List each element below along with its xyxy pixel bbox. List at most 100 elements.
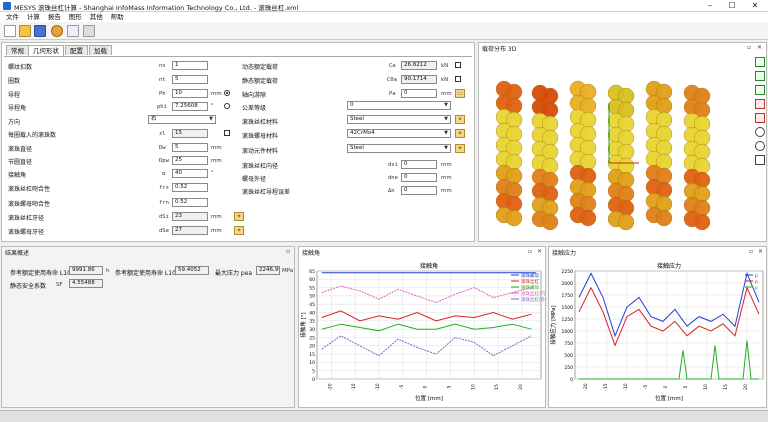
pitch-diameter-unit: mm	[211, 158, 222, 164]
menu-file[interactable]: 文件	[6, 12, 19, 22]
screw-conformity-field[interactable]: 0.52	[172, 183, 208, 192]
view-iso-icon[interactable]	[755, 99, 765, 109]
menu-report[interactable]: 报告	[48, 12, 61, 22]
x-axis-label: 位置 [mm]	[655, 394, 683, 402]
screw-material-edit-button[interactable]: ✦	[455, 115, 465, 124]
tab-configuration[interactable]: 配置	[65, 45, 88, 55]
contact-angle-chart[interactable]: 接触角05101520253035404550556065-20 -15 -10 -5…	[299, 257, 545, 407]
maximize-icon[interactable]: ☐	[722, 0, 742, 12]
float-icon[interactable]: ▫	[286, 248, 290, 255]
x-tick-label: 0	[423, 385, 429, 388]
tab-load[interactable]: 加载	[89, 45, 112, 55]
direction-select[interactable]: 右 ▼	[148, 115, 216, 124]
y-tick-label: 1750	[562, 293, 574, 299]
lead-angle-field[interactable]: 7.25608	[172, 102, 208, 111]
thread-count-field[interactable]: 1	[172, 61, 208, 70]
screw-root-field[interactable]: 23	[172, 212, 208, 221]
nut-root-calc-button[interactable]: ✦	[234, 226, 244, 235]
close-icon[interactable]: ✕	[757, 44, 762, 51]
turns-field[interactable]: 5	[172, 75, 208, 84]
contact-angle-unit: °	[211, 170, 214, 176]
screw-root-calc-button[interactable]: ✦	[234, 212, 244, 221]
x-tick-label: -15	[351, 383, 357, 390]
rotate-icon[interactable]	[755, 113, 765, 123]
settings-icon[interactable]	[51, 25, 63, 37]
app-icon	[3, 2, 11, 10]
print-icon[interactable]	[83, 25, 95, 37]
dynamic-load-field[interactable]: 26.8212	[401, 61, 437, 70]
nut-material-select[interactable]: 42CrMo4 ▼	[347, 129, 451, 138]
nut-conformity-field[interactable]: 0.52	[172, 198, 208, 207]
lead-label: 导程	[8, 92, 21, 99]
zoom-in-icon[interactable]	[755, 127, 765, 137]
new-file-icon[interactable]	[4, 25, 16, 37]
life-rev-field[interactable]: 59.4052	[175, 266, 209, 275]
x-tick-label: 20	[518, 384, 524, 390]
dynamic-load-checkbox[interactable]	[455, 62, 461, 68]
menu-help[interactable]: 帮助	[111, 12, 124, 22]
static-load-checkbox[interactable]	[455, 76, 461, 82]
report-icon[interactable]	[67, 25, 79, 37]
nut-material-edit-button[interactable]: ✦	[455, 129, 465, 138]
y-tick-label: 500	[564, 353, 573, 359]
contact-stress-chart[interactable]: 接触应力 0 250 500 750 1000 1250 1500 1750 2000 2250 -2…	[549, 257, 766, 407]
results-summary-panel: 结果概述 ▫ 参考额定使用寿命 L10 9991.86 h 参考额定使用寿命 L…	[1, 246, 295, 408]
life-rev-label: 参考额定使用寿命 L10	[115, 270, 176, 277]
tab-geometry[interactable]: 几何形状	[28, 45, 64, 56]
lead-angle-label: 导程角	[8, 105, 27, 112]
results-title: 结果概述	[5, 250, 30, 257]
screw-material-select[interactable]: Steel ▼	[347, 115, 451, 124]
y-tick-label: 250	[564, 365, 573, 371]
ball-diameter-field[interactable]: 5	[172, 143, 208, 152]
pitch-diameter-field[interactable]: 25	[172, 156, 208, 165]
open-folder-icon[interactable]	[19, 25, 31, 37]
nut-outer-diameter-label: 螺母外径	[242, 176, 267, 183]
fit-view-icon[interactable]	[755, 155, 765, 165]
axial-clearance-calc-button[interactable]: ▭	[455, 89, 465, 98]
y-tick-label: 5	[312, 368, 315, 374]
float-icon[interactable]: ▫	[747, 44, 751, 51]
balls-per-turn-checkbox[interactable]	[224, 130, 230, 136]
axial-clearance-unit: mm	[441, 91, 452, 97]
axial-clearance-field[interactable]: 0	[401, 89, 437, 98]
element-material-select[interactable]: Steel ▼	[347, 144, 451, 153]
menu-calculate[interactable]: 计算	[27, 12, 40, 22]
minimize-icon[interactable]: –	[700, 0, 720, 12]
x-tick-label: -5	[399, 385, 405, 390]
menu-graphics[interactable]: 图形	[69, 12, 82, 22]
view-side-icon[interactable]	[755, 85, 765, 95]
lead-field[interactable]: 10	[172, 89, 208, 98]
zoom-out-icon[interactable]	[755, 141, 765, 151]
float-icon[interactable]: ▫	[528, 248, 532, 255]
life-hours-field[interactable]: 9991.86	[69, 266, 103, 275]
float-icon[interactable]: ▫	[749, 248, 753, 255]
lead-angle-radio[interactable]	[224, 103, 230, 109]
lead-error-field[interactable]: 0	[401, 186, 437, 195]
nut-outer-diameter-field[interactable]: 0	[401, 173, 437, 182]
static-load-unit: kN	[441, 77, 449, 83]
lead-radio[interactable]	[224, 90, 230, 96]
tolerance-class-select[interactable]: 0 ▼	[347, 101, 451, 110]
inner-diameter-field[interactable]: 0	[401, 160, 437, 169]
nut-root-field[interactable]: 27	[172, 226, 208, 235]
view-top-icon[interactable]	[755, 71, 765, 81]
tab-general[interactable]: 常规	[6, 45, 29, 55]
lead-error-label: 滚珠丝杠导程误差	[242, 189, 291, 196]
balls-per-turn-field[interactable]: 15	[172, 129, 208, 138]
static-load-field[interactable]: 90.1714	[401, 75, 437, 84]
element-material-edit-button[interactable]: ✦	[455, 144, 465, 153]
safety-factor-field[interactable]: 4.55488	[69, 279, 103, 288]
ball	[617, 213, 635, 231]
contact-angle-field[interactable]: 40	[172, 169, 208, 178]
close-icon[interactable]: ✕	[758, 248, 763, 255]
close-icon[interactable]: ✕	[537, 248, 542, 255]
x-tick-label: 5	[446, 385, 452, 388]
view-front-icon[interactable]	[755, 57, 765, 67]
ball-screw-3d-view[interactable]	[479, 53, 768, 243]
menu-other[interactable]: 其他	[90, 12, 103, 22]
y-tick-label: 20	[309, 344, 315, 350]
close-icon[interactable]: ✕	[745, 0, 765, 12]
direction-label: 方向	[8, 119, 21, 126]
save-icon[interactable]	[34, 25, 46, 37]
max-pressure-field[interactable]: 2246.99	[256, 266, 280, 275]
